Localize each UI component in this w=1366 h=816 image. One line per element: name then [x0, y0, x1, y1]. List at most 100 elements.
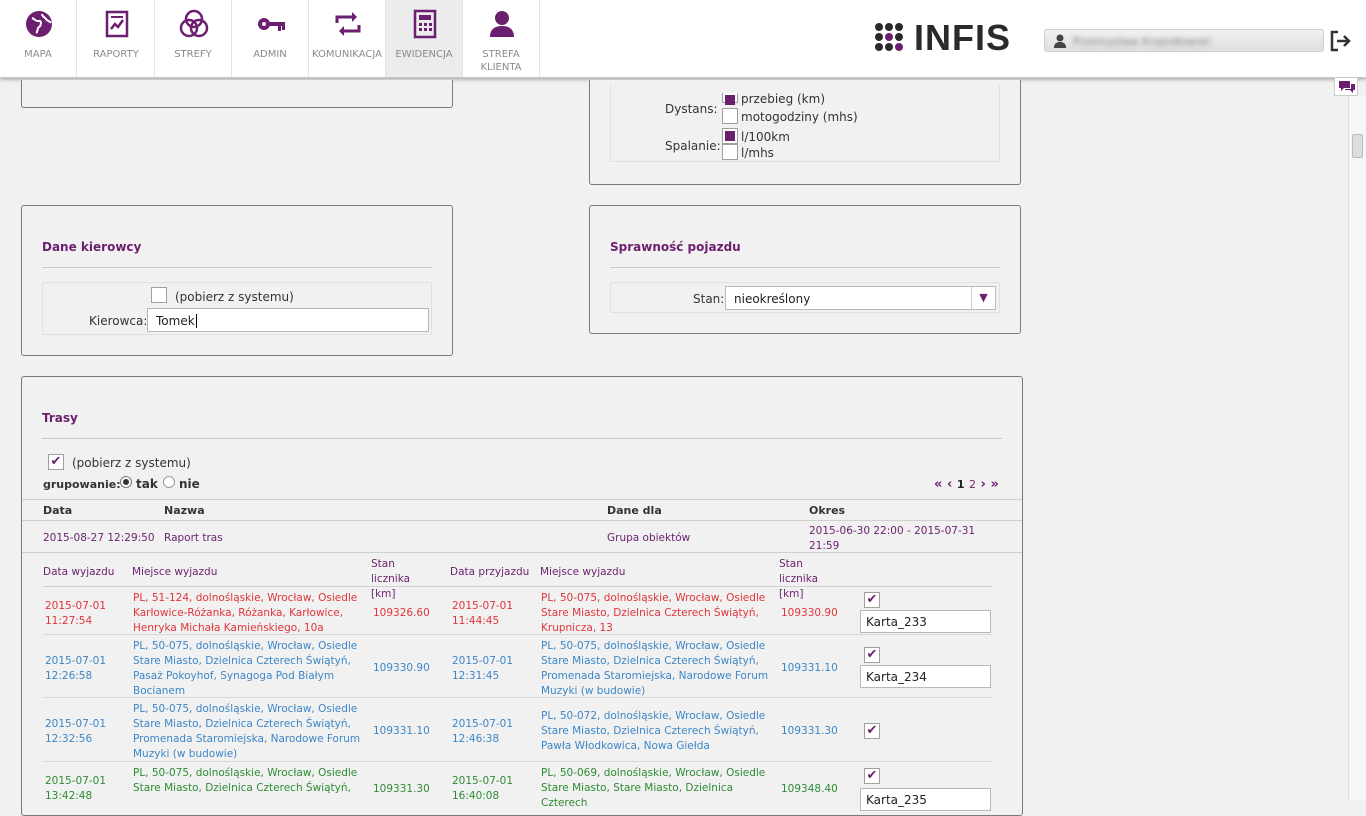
route-checkbox[interactable]: ✔ [864, 768, 880, 784]
tab-raporty[interactable]: RAPORTY [78, 0, 155, 77]
chat-icon [1339, 81, 1355, 93]
route-arr-odo: 109331.30 [781, 725, 838, 737]
route-row[interactable]: 2015-07-01 13:42:48 PL, 50-075, dolnoślą… [43, 762, 993, 812]
next-page-button[interactable]: › [981, 477, 986, 492]
vehicle-inner: Stan: nieokreślony ▼ [610, 282, 1000, 313]
grouping-no-radio[interactable] [163, 476, 175, 488]
driver-field-label: Kierowca: [89, 314, 148, 328]
dystans-km-label: przebieg (km) [741, 92, 825, 106]
grouping-label: grupowanie: [43, 478, 121, 491]
page-2-button[interactable]: 2 [969, 478, 976, 491]
globe-icon [26, 11, 52, 37]
key-icon [258, 18, 285, 31]
subheader-dep-date: Data wyjazdu [43, 566, 115, 578]
driver-input-value: Tomek [156, 314, 195, 328]
route-dep-place: PL, 50-075, dolnośląskie, Wrocław, Osied… [133, 767, 358, 794]
report-icon [105, 10, 129, 38]
driver-panel: Dane kierowcy (pobierz z systemu) Kierow… [21, 205, 453, 356]
dystans-mhs-checkbox[interactable] [722, 108, 738, 124]
spalanie-l100km-checkbox[interactable] [722, 128, 738, 144]
sync-icon [335, 12, 361, 36]
routes-panel-title: Trasy [42, 411, 78, 425]
tab-strefy[interactable]: STREFY [155, 0, 232, 77]
spalanie-lmhs-checkbox[interactable] [722, 144, 738, 160]
driver-auto-label: (pobierz z systemu) [175, 290, 294, 304]
route-arr-place: PL, 50-075, dolnośląskie, Wrocław, Osied… [541, 640, 769, 697]
chevron-down-icon[interactable]: ▼ [971, 287, 995, 309]
spalanie-l100km-label: l/100km [741, 130, 790, 144]
route-arr-place: PL, 50-069, dolnośląskie, Wrocław, Osied… [541, 767, 766, 809]
prev-page-button[interactable]: ‹ [947, 477, 952, 492]
header-dane-dla: Dane dla [607, 504, 662, 517]
grouping-no-label: nie [179, 477, 200, 491]
route-card-input[interactable]: Karta_234 [860, 665, 991, 688]
driver-auto-checkbox[interactable] [151, 287, 167, 303]
route-arr-date: 2015-07-01 11:44:45 [452, 600, 514, 627]
page-1-button[interactable]: 1 [957, 478, 965, 491]
tab-komunikacja-label: KOMUNIKACJA [312, 49, 382, 60]
routes-auto-label: (pobierz z systemu) [72, 456, 191, 470]
chat-button[interactable] [1334, 78, 1358, 96]
route-dep-odo: 109331.30 [373, 783, 430, 795]
route-row[interactable]: 2015-07-01 11:27:54 PL, 51-124, dolnoślą… [43, 588, 993, 635]
logout-button[interactable] [1328, 29, 1352, 53]
user-icon [490, 11, 514, 37]
route-arr-odo: 109330.90 [781, 607, 838, 619]
dystans-label: Dystans: [665, 102, 718, 116]
route-arr-date: 2015-07-01 12:31:45 [452, 655, 514, 682]
first-page-button[interactable]: « [934, 477, 942, 492]
route-arr-place: PL, 50-072, dolnośląskie, Wrocław, Osied… [541, 710, 766, 752]
tab-raporty-label: RAPORTY [93, 49, 139, 60]
subheader-dep-place: Miejsce wyjazdu [132, 566, 218, 578]
route-dep-place: PL, 51-124, dolnośląskie, Wrocław, Osied… [133, 592, 358, 634]
route-arr-place: PL, 50-075, dolnośląskie, Wrocław, Osied… [541, 592, 766, 634]
dystans-mhs-label: motogodziny (mhs) [741, 110, 858, 124]
last-page-button[interactable]: » [990, 477, 998, 492]
dystans-km-checkbox[interactable] [722, 93, 738, 105]
route-dep-odo: 109330.90 [373, 662, 430, 674]
tab-strefa-klienta-label: STREFA KLIENTA [480, 49, 522, 73]
units-inner: Dystans: przebieg (km) motogodziny (mhs)… [610, 84, 1000, 162]
route-checkbox[interactable]: ✔ [864, 592, 880, 608]
vehicle-panel-title: Sprawność pojazdu [610, 240, 741, 254]
route-row[interactable]: 2015-07-01 12:32:56 PL, 50-075, dolnoślą… [43, 698, 993, 762]
header-data: Data [43, 504, 73, 517]
spalanie-label: Spalanie: [665, 139, 721, 153]
driver-panel-title: Dane kierowcy [42, 240, 142, 254]
route-card-input[interactable]: Karta_233 [860, 610, 991, 633]
grouping-yes-radio[interactable] [120, 476, 132, 488]
routes-auto-checkbox[interactable]: ✔ [48, 454, 64, 470]
report-row[interactable]: 2015-08-27 12:29:50 Raport tras Grupa ob… [22, 521, 1022, 553]
driver-panel-separator [42, 267, 432, 268]
routes-panel: Trasy ✔ (pobierz z systemu) grupowanie: … [21, 376, 1023, 816]
tab-strefa-klienta[interactable]: STREFA KLIENTA [463, 0, 540, 77]
route-dep-date: 2015-07-01 11:27:54 [45, 600, 107, 627]
user-name: Przemysław Kropidłowski [1073, 35, 1212, 48]
route-dep-date: 2015-07-01 12:32:56 [45, 718, 107, 745]
tab-strefy-label: STREFY [174, 49, 212, 60]
route-checkbox[interactable]: ✔ [864, 647, 880, 663]
units-panel: Dystans: przebieg (km) motogodziny (mhs)… [589, 80, 1021, 185]
stan-select-value: nieokreślony [734, 292, 811, 306]
route-dep-place: PL, 50-075, dolnośląskie, Wrocław, Osied… [133, 703, 361, 760]
route-arr-odo: 109348.40 [781, 783, 838, 795]
user-box[interactable]: Przemysław Kropidłowski [1044, 29, 1324, 52]
vehicle-panel: Sprawność pojazdu Stan: nieokreślony ▼ [589, 205, 1021, 334]
scrollbar-thumb[interactable] [1352, 134, 1363, 158]
tab-ewidencja-label: EWIDENCJA [395, 49, 453, 60]
stan-select[interactable]: nieokreślony ▼ [725, 286, 996, 310]
report-header-row: Data Nazwa Dane dla Okres [22, 499, 1022, 521]
driver-input[interactable]: Tomek [147, 308, 429, 332]
tab-komunikacja[interactable]: KOMUNIKACJA [309, 0, 386, 77]
tab-admin[interactable]: ADMIN [232, 0, 309, 77]
tab-mapa[interactable]: MAPA [0, 0, 77, 77]
route-checkbox[interactable]: ✔ [864, 723, 880, 739]
route-row[interactable]: 2015-07-01 12:26:58 PL, 50-075, dolnoślą… [43, 635, 993, 698]
logout-icon [1330, 30, 1351, 52]
spalanie-lmhs-label: l/mhs [741, 146, 774, 160]
driver-inner: (pobierz z systemu) Kierowca: Tomek [42, 282, 432, 335]
page-scrollbar[interactable] [1348, 96, 1366, 800]
report-date: 2015-08-27 12:29:50 [43, 532, 155, 544]
tab-ewidencja[interactable]: EWIDENCJA [386, 0, 463, 77]
user-small-icon [1054, 34, 1066, 48]
